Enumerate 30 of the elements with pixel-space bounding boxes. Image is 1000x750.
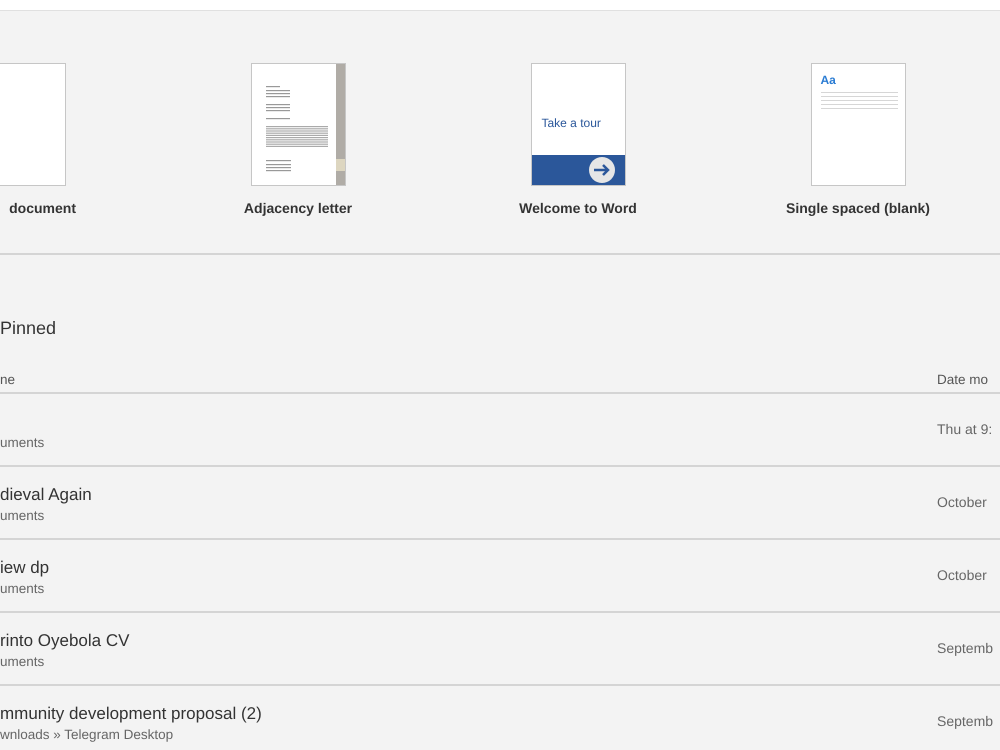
thumbnail-text: Take a tour [542,115,601,132]
template-label: Welcome to Word [519,199,637,218]
file-row[interactable]: uments Thu at 9: [0,394,1000,467]
thumbnail-text: Aa [820,72,836,89]
template-thumbnail[interactable]: Take a tour [530,63,626,186]
date-modified: Septemb [937,639,994,658]
file-location: uments [0,434,44,452]
file-row[interactable]: iew dp uments October [0,540,1000,613]
template-label: Single spaced (blank) [786,199,930,218]
file-location: uments [0,506,46,525]
template-label: document [9,199,76,218]
file-name: dieval Again [0,484,92,506]
file-row[interactable]: dieval Again uments October [0,467,1000,540]
file-row[interactable]: rinto Oyebola CV uments Septemb [0,613,1000,686]
date-modified: Septemb [937,712,994,731]
file-location: wnloads » Telegram Desktop [0,726,174,744]
column-header[interactable]: Date mo [937,370,1000,392]
file-location: uments [0,652,46,671]
file-name: mmunity development proposal (2) [0,702,262,725]
file-name: iew dp [0,556,50,579]
template-thumbnail[interactable]: Aa [810,63,906,186]
column-header[interactable]: ne [0,370,16,392]
section-title: Pinned [0,317,58,340]
file-row[interactable]: mmunity development proposal (2) wnloads » Telegram Desktop Septemb [0,686,1000,750]
date-modified: Thu at 9: [937,420,994,439]
date-modified: October [937,493,988,512]
file-name: rinto Oyebola CV [0,630,130,652]
file-location: uments [0,580,46,598]
template-label: Adjacency letter [244,199,352,218]
date-modified: October [937,566,988,585]
